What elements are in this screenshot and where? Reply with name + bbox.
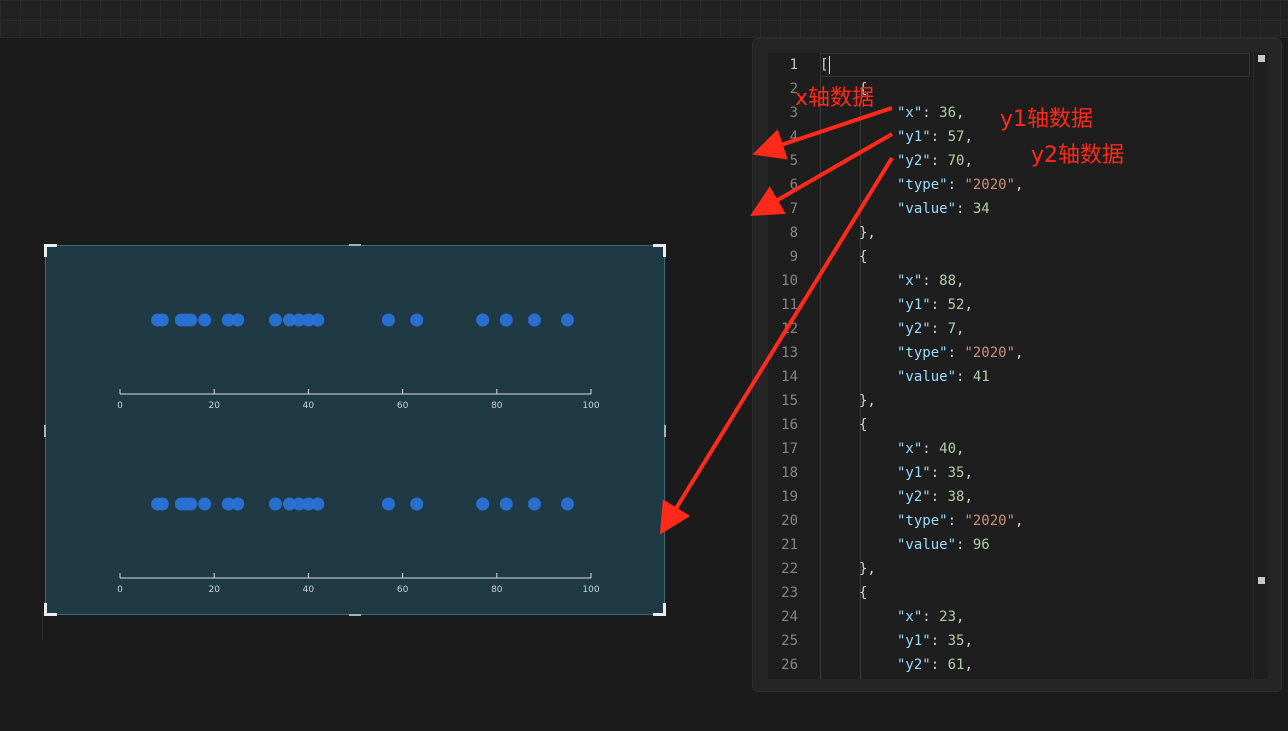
y2-data-arrow: [659, 156, 894, 535]
annotation-y1-label: y1轴数据: [1000, 107, 1094, 132]
annotation-arrows: [659, 106, 894, 535]
annotation-x-label: x轴数据: [795, 86, 875, 111]
annotation-y2-label: y2轴数据: [1031, 143, 1125, 168]
